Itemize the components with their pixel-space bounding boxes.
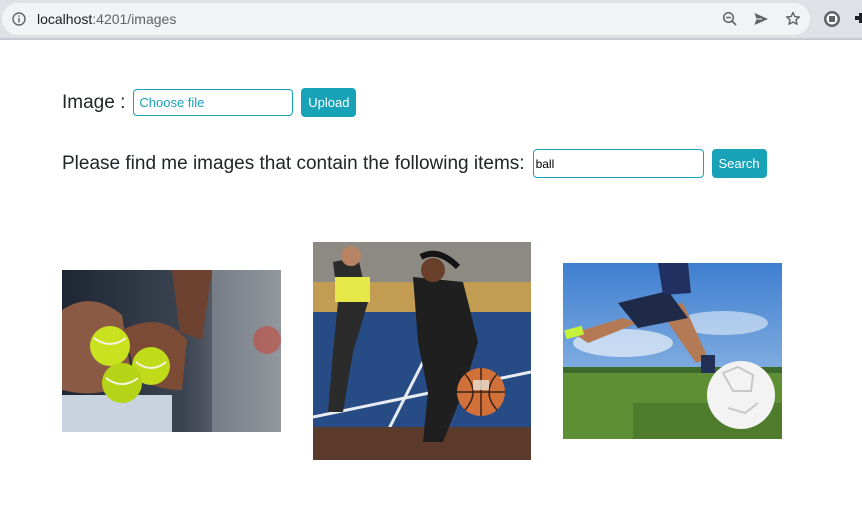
browser-toolbar: localhost:4201/images	[0, 0, 862, 40]
extension-icon[interactable]	[823, 10, 841, 28]
send-icon[interactable]	[753, 11, 769, 27]
url-host: localhost	[37, 11, 93, 27]
address-bar[interactable]: localhost:4201/images	[2, 3, 810, 35]
tennis-balls-image	[62, 270, 281, 432]
file-input[interactable]: Choose file	[133, 89, 294, 116]
info-icon[interactable]	[12, 12, 26, 26]
zoom-icon[interactable]	[722, 11, 738, 27]
file-input-placeholder: Choose file	[139, 95, 205, 110]
soccer-kick-image	[563, 263, 782, 439]
basketball-players-image	[313, 242, 531, 460]
bookmark-star-icon[interactable]	[785, 11, 801, 27]
url-text[interactable]: localhost:4201/images	[37, 11, 176, 27]
upload-row: Image : Choose file Upload	[62, 88, 357, 117]
toolbar-divider	[0, 38, 862, 40]
search-input[interactable]	[532, 149, 704, 178]
image-label: Image :	[62, 91, 126, 113]
result-image-basketball[interactable]	[313, 242, 531, 460]
search-row: Please find me images that contain the f…	[62, 149, 767, 178]
result-image-soccer[interactable]	[563, 263, 782, 439]
search-prompt: Please find me images that contain the f…	[62, 152, 525, 174]
upload-button[interactable]: Upload	[301, 88, 357, 117]
result-image-tennis-balls[interactable]	[62, 270, 281, 432]
url-path: :4201/images	[92, 11, 177, 27]
search-button[interactable]: Search	[711, 149, 767, 178]
puzzle-extensions-icon[interactable]	[852, 10, 862, 28]
